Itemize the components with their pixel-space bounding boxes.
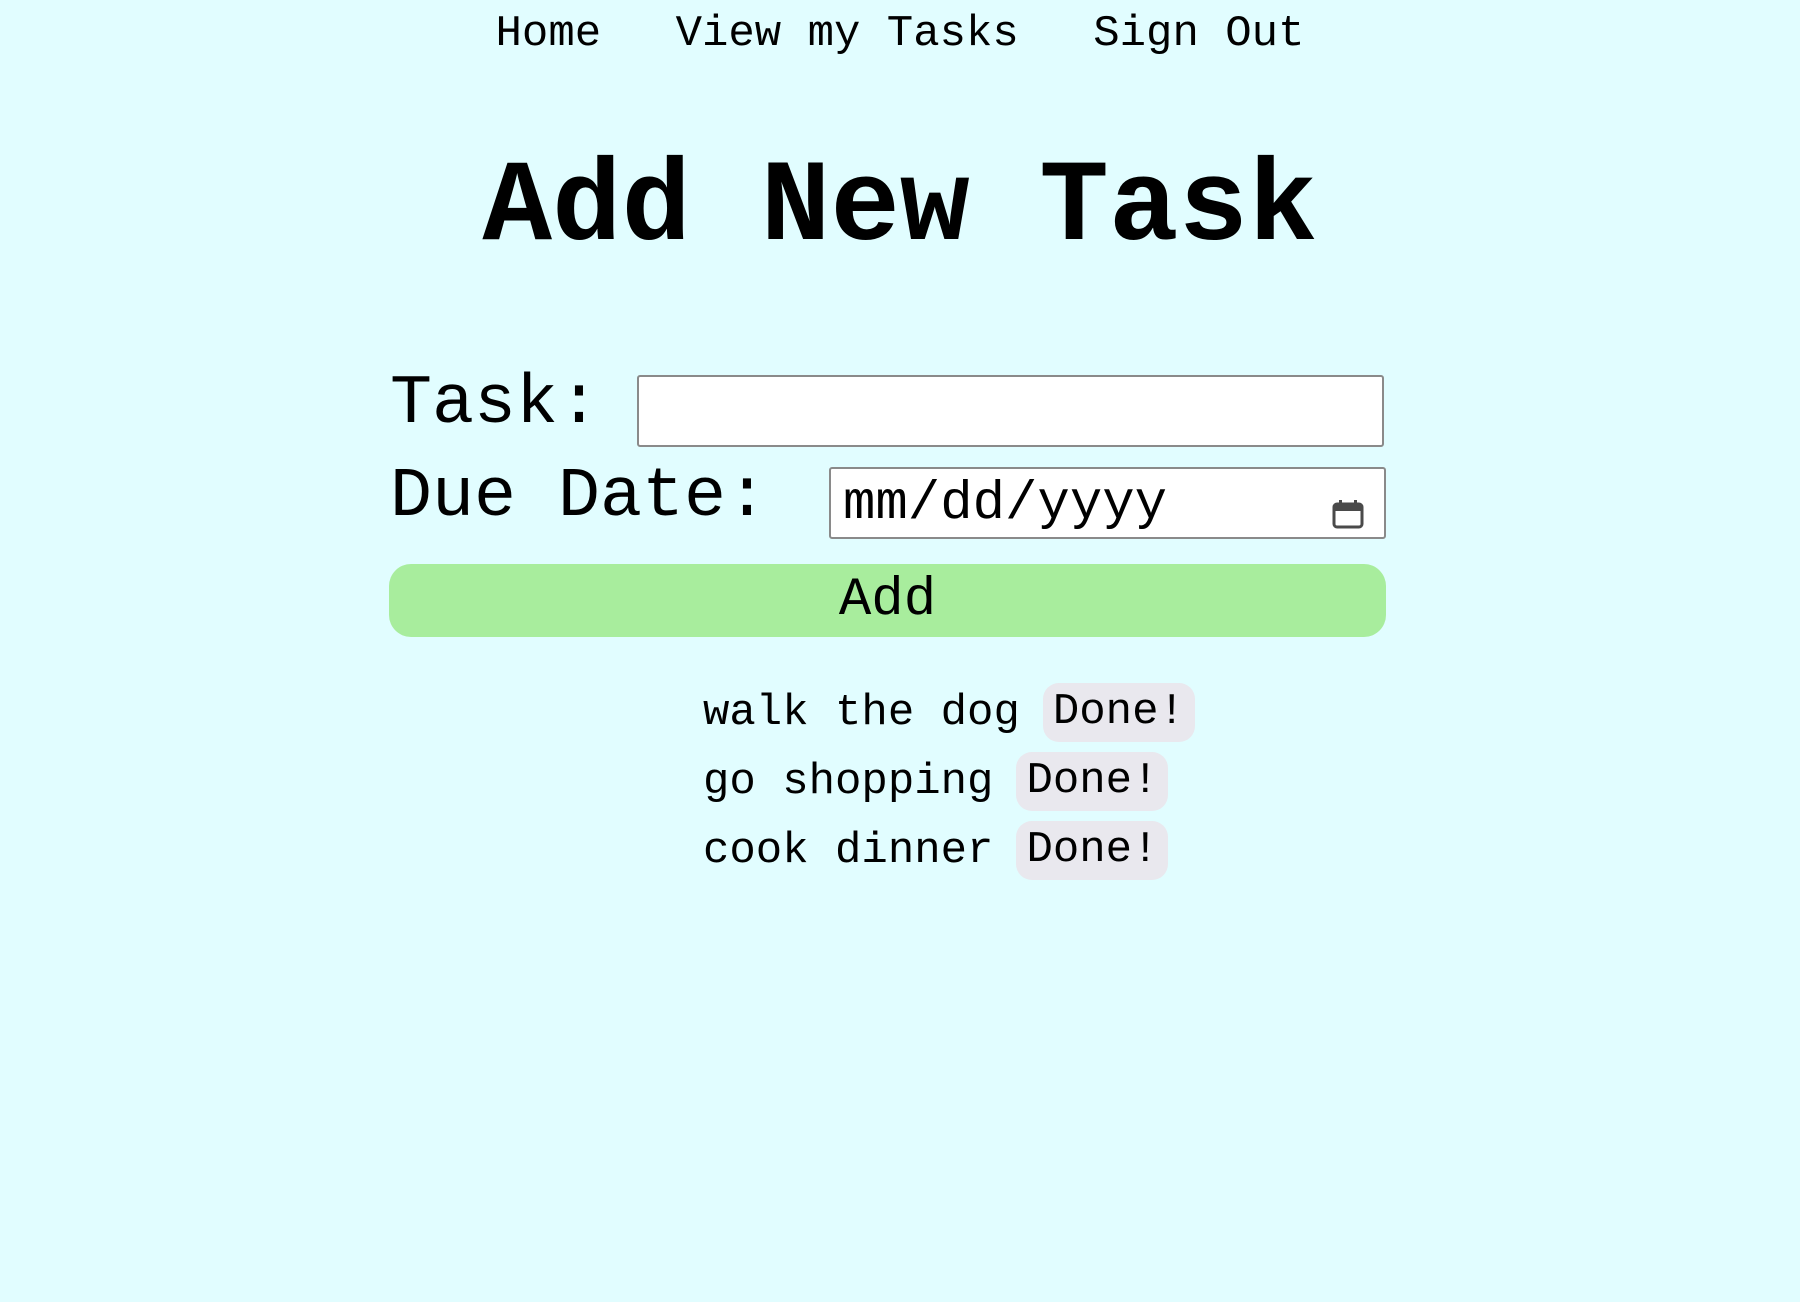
add-button[interactable]: Add xyxy=(389,564,1386,637)
done-button[interactable]: Done! xyxy=(1016,821,1169,880)
due-date-input[interactable]: mm/dd/yyyy xyxy=(829,467,1386,539)
page-title: Add New Task xyxy=(482,142,1318,274)
task-list-item: cook dinner Done! xyxy=(703,816,1195,885)
task-list: walk the dog Done! go shopping Done! coo… xyxy=(703,678,1195,885)
task-text: cook dinner xyxy=(703,825,994,876)
task-list-item: go shopping Done! xyxy=(703,747,1195,816)
due-date-label: Due Date: xyxy=(390,458,769,537)
nav-sign-out-link[interactable]: Sign Out xyxy=(1093,9,1304,59)
top-nav: Home View my Tasks Sign Out xyxy=(0,8,1800,60)
calendar-icon[interactable] xyxy=(1332,499,1364,529)
task-text: walk the dog xyxy=(703,687,1020,738)
task-text: go shopping xyxy=(703,756,994,807)
due-date-placeholder: mm/dd/yyyy xyxy=(843,474,1168,535)
nav-view-tasks-link[interactable]: View my Tasks xyxy=(676,9,1019,59)
done-button[interactable]: Done! xyxy=(1042,683,1195,742)
task-input[interactable] xyxy=(637,375,1384,447)
task-label: Task: xyxy=(390,365,601,444)
nav-home-link[interactable]: Home xyxy=(496,9,602,59)
done-button[interactable]: Done! xyxy=(1016,752,1169,811)
task-list-item: walk the dog Done! xyxy=(703,678,1195,747)
